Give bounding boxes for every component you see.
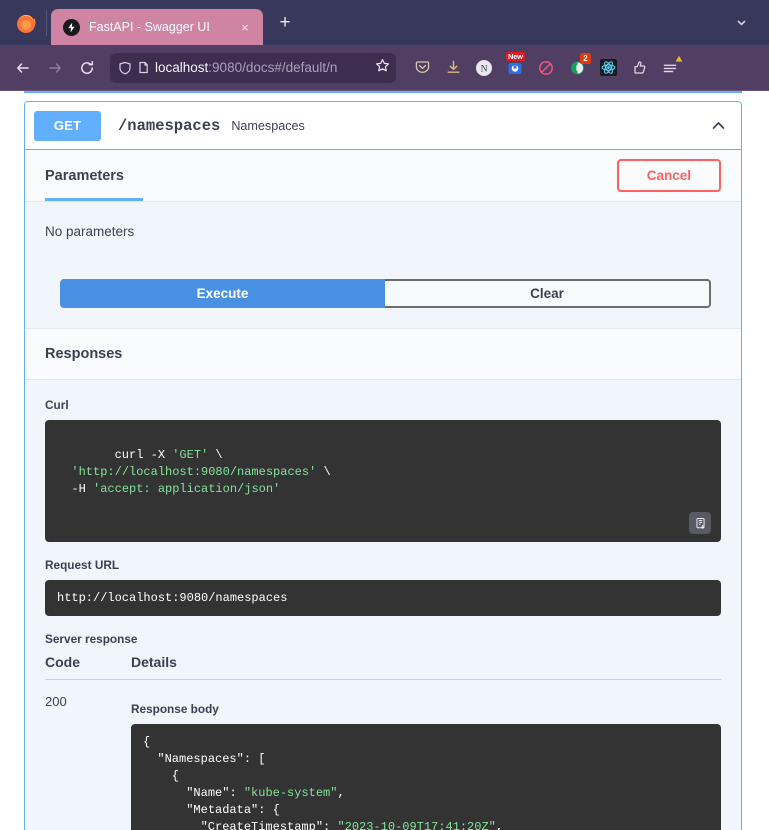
extension-badge-count: 2 (580, 52, 591, 64)
new-tab-button[interactable]: + (271, 9, 299, 37)
response-body-label: Response body (131, 702, 219, 716)
server-response-label: Server response (45, 632, 138, 646)
browser-chrome: FastAPI - Swagger UI × + localhost:9080/… (0, 0, 769, 91)
table-row: 200 Response body { "Namespaces": [ { "N… (45, 680, 721, 830)
forward-arrow-icon (40, 53, 70, 83)
response-code: 200 (45, 694, 67, 709)
tabstrip-divider (46, 9, 47, 36)
page-top-accent (24, 91, 742, 93)
back-arrow-icon[interactable] (8, 53, 38, 83)
tab-strip: FastAPI - Swagger UI × + (0, 0, 769, 45)
shield-icon (118, 61, 132, 75)
tab-title: FastAPI - Swagger UI (89, 20, 210, 34)
star-icon[interactable] (375, 58, 390, 78)
page-icon (137, 61, 150, 74)
response-table-header: Code Details (45, 654, 721, 680)
clip-icon[interactable] (625, 54, 653, 82)
adblock-icon[interactable] (532, 54, 560, 82)
pocket-icon[interactable] (408, 54, 436, 82)
request-url-label: Request URL (45, 558, 120, 572)
column-header-details: Details (131, 654, 177, 670)
responses-title: Responses (45, 346, 123, 362)
parameters-section-header: Parameters Cancel (25, 150, 741, 202)
firefox-logo-icon (12, 9, 40, 37)
url-text[interactable]: localhost:9080/docs#/default/n (155, 60, 370, 75)
notion-icon[interactable]: N (470, 54, 498, 82)
operation-summary-text: Namespaces (231, 118, 305, 133)
operation-path: /namespaces (118, 116, 221, 135)
response-details: Response body { "Namespaces": [ { "Name"… (131, 694, 721, 830)
clipboard-copy-icon[interactable] (689, 512, 711, 534)
browser-tab-fastapi[interactable]: FastAPI - Swagger UI × (51, 9, 263, 45)
operation-block-get-namespaces: GET /namespaces Namespaces Parameters Ca… (24, 101, 742, 830)
swagger-page: GET /namespaces Namespaces Parameters Ca… (0, 91, 769, 830)
cancel-button[interactable]: Cancel (616, 159, 721, 192)
column-header-code: Code (45, 654, 80, 670)
clear-button[interactable]: Clear (385, 279, 711, 308)
parameters-body: No parameters Execute Clear (25, 202, 741, 328)
curl-code-text: curl -X 'GET' \ 'http://localhost:9080/n… (71, 448, 331, 496)
http-method-badge: GET (34, 110, 101, 141)
request-url-value: http://localhost:9080/namespaces (45, 580, 721, 616)
no-parameters-text: No parameters (45, 224, 135, 239)
curl-code-block: curl -X 'GET' \ 'http://localhost:9080/n… (45, 420, 721, 542)
responses-body: Curl curl -X 'GET' \ 'http://localhost:9… (25, 380, 741, 830)
responses-section-header: Responses (25, 328, 741, 380)
response-body-json: { "Namespaces": [ { "Name": "kube-system… (131, 724, 721, 830)
navigation-toolbar: localhost:9080/docs#/default/n N New 2 (0, 45, 769, 90)
reload-icon[interactable] (72, 53, 102, 83)
react-devtools-icon[interactable] (594, 54, 622, 82)
operation-summary-header[interactable]: GET /namespaces Namespaces (25, 102, 741, 150)
url-bar[interactable]: localhost:9080/docs#/default/n (110, 52, 396, 83)
downloads-icon[interactable] (439, 54, 467, 82)
execute-button[interactable]: Execute (60, 279, 385, 308)
execute-clear-row: Execute Clear (60, 279, 711, 308)
fastapi-bolt-icon (63, 18, 80, 36)
onetab-icon[interactable]: New (501, 51, 529, 82)
close-icon[interactable]: × (235, 17, 255, 37)
tab-parameters[interactable]: Parameters (45, 168, 124, 184)
extension-badge-new: New (506, 51, 525, 61)
app-menu-icon[interactable] (656, 54, 684, 82)
url-host: localhost (155, 60, 209, 75)
url-path: :9080/docs#/default/n (208, 60, 338, 75)
extension-toolbar: N New 2 (408, 51, 684, 82)
svg-text:N: N (481, 64, 488, 74)
chevron-up-icon[interactable] (707, 115, 729, 137)
tab-active-underline (45, 198, 143, 201)
grammarly-icon[interactable]: 2 (563, 52, 591, 82)
curl-label: Curl (45, 398, 69, 412)
chevron-down-icon[interactable] (727, 9, 755, 37)
